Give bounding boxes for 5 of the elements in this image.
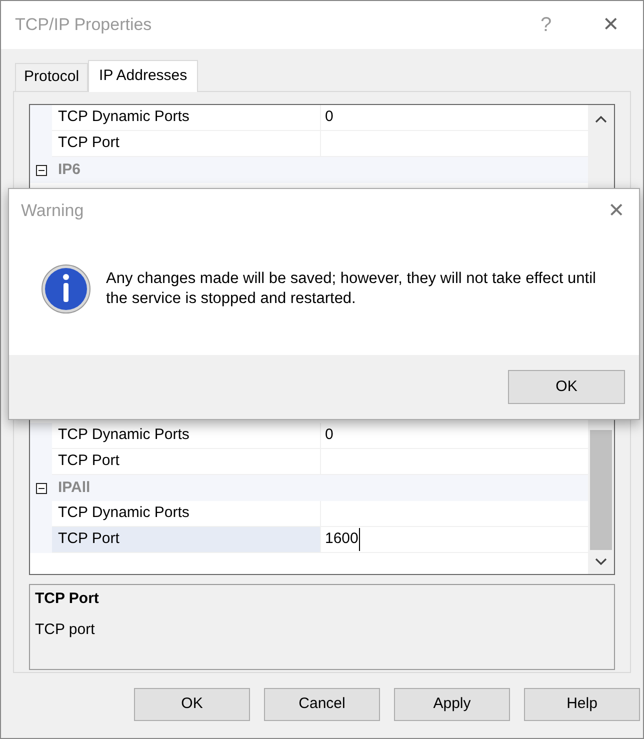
warning-message: Any changes made will be saved; however, they will not take effect until the service is stopped and restarted. xyxy=(106,269,597,309)
dialog-title: Warning xyxy=(21,200,85,222)
window-title: TCP/IP Properties xyxy=(15,14,153,36)
description-title: TCP Port xyxy=(35,589,99,609)
description-text: TCP port xyxy=(35,620,95,640)
